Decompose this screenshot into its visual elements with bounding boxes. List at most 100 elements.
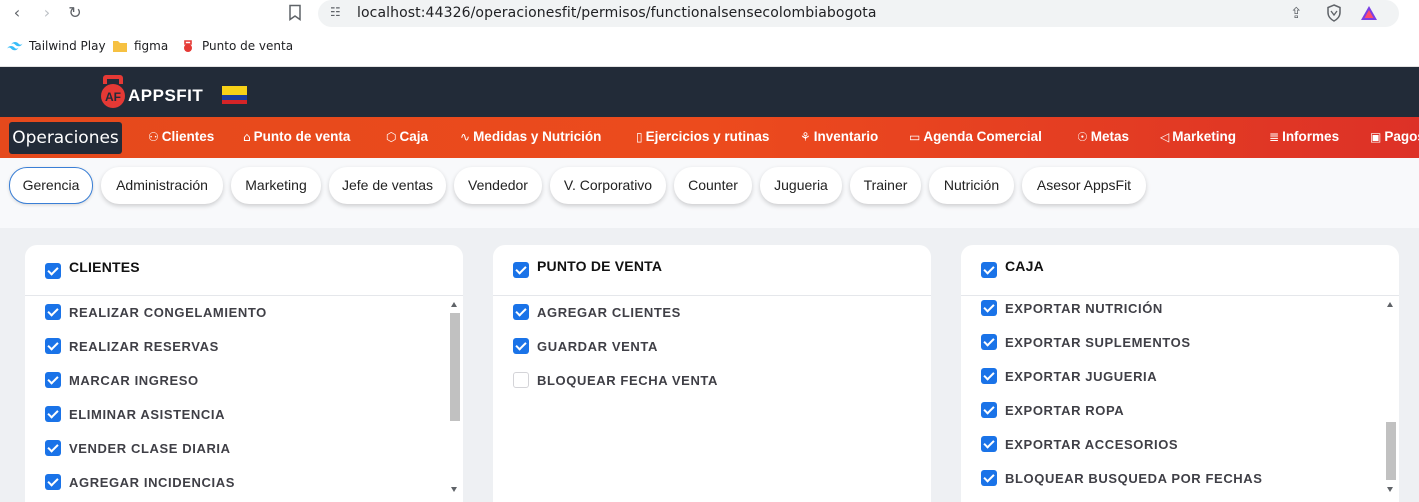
site-settings-icon[interactable]: ☷ bbox=[330, 5, 346, 21]
permission-checkbox[interactable] bbox=[981, 402, 997, 418]
payment-icon: ▣ bbox=[1370, 130, 1382, 144]
module-nav: Operaciones ⚇ Clientes ⌂ Punto de venta ⬡ C… bbox=[0, 117, 1419, 158]
permission-item[interactable]: EXPORTAR ROPA bbox=[981, 401, 1124, 419]
role-tab-vendedor[interactable]: Vendedor bbox=[454, 167, 542, 204]
module-metas[interactable]: ☉ Metas bbox=[1077, 129, 1129, 144]
role-tab-administracion[interactable]: Administración bbox=[101, 167, 223, 204]
permission-checkbox[interactable] bbox=[45, 338, 61, 354]
module-agenda-comercial[interactable]: ▭ Agenda Comercial bbox=[909, 129, 1042, 144]
permission-panel-caja: CAJA EXPORTAR NUTRICIÓN EXPORTAR SUPLEME… bbox=[961, 245, 1399, 502]
megaphone-icon: ◁ bbox=[1160, 130, 1170, 144]
module-informes[interactable]: ≣ Informes bbox=[1269, 129, 1339, 144]
scroll-up-icon[interactable] bbox=[1387, 302, 1393, 307]
panel-scrollbar[interactable] bbox=[448, 302, 461, 492]
report-icon: ≣ bbox=[1269, 130, 1280, 144]
scroll-thumb[interactable] bbox=[450, 313, 460, 421]
permission-checkbox[interactable] bbox=[45, 440, 61, 456]
box-icon: ⬡ bbox=[386, 130, 397, 144]
panel-header: PUNTO DE VENTA bbox=[493, 245, 931, 296]
panel-select-all-checkbox[interactable] bbox=[981, 262, 997, 278]
role-tab-marketing[interactable]: Marketing bbox=[231, 167, 321, 204]
permission-checkbox[interactable] bbox=[513, 372, 529, 388]
permission-item[interactable]: AGREGAR CLIENTES bbox=[513, 303, 681, 321]
module-inventario[interactable]: ⚘ Inventario bbox=[800, 129, 878, 144]
appsfit-logo-icon[interactable]: AF bbox=[98, 72, 128, 109]
url-text[interactable]: localhost:44326/operacionesfit/permisos/… bbox=[357, 5, 877, 21]
scroll-down-icon[interactable] bbox=[1387, 487, 1393, 492]
bookmarks-bar: Tailwind Play figma Punto de venta bbox=[0, 30, 1419, 67]
module-operaciones[interactable]: Operaciones bbox=[9, 122, 122, 154]
permission-item[interactable]: EXPORTAR ACCESORIOS bbox=[981, 435, 1178, 453]
card-icon: ▭ bbox=[909, 130, 921, 144]
permission-item[interactable]: ELIMINAR ASISTENCIA bbox=[45, 405, 225, 423]
forward-icon[interactable]: › bbox=[36, 4, 58, 22]
module-medidas-nutricion[interactable]: ∿ Medidas y Nutrición bbox=[460, 129, 601, 144]
module-clientes[interactable]: ⚇ Clientes bbox=[148, 129, 214, 144]
permission-checkbox[interactable] bbox=[981, 470, 997, 486]
panel-title: CLIENTES bbox=[69, 259, 140, 275]
brave-shield-icon[interactable] bbox=[1326, 4, 1342, 22]
permission-checkbox[interactable] bbox=[981, 368, 997, 384]
role-tab-asesor-appsfit[interactable]: Asesor AppsFit bbox=[1022, 167, 1146, 204]
permission-panel-punto-de-venta: PUNTO DE VENTA AGREGAR CLIENTES GUARDAR … bbox=[493, 245, 931, 502]
permission-checkbox[interactable] bbox=[981, 436, 997, 452]
permission-checkbox[interactable] bbox=[513, 338, 529, 354]
permission-item[interactable]: REALIZAR CONGELAMIENTO bbox=[45, 303, 267, 321]
permission-panel-clientes: CLIENTES REALIZAR CONGELAMIENTO REALIZAR… bbox=[25, 245, 463, 502]
bookmark-label: Tailwind Play bbox=[29, 39, 106, 53]
role-tab-gerencia[interactable]: Gerencia bbox=[9, 167, 93, 204]
role-tab-jefe-de-ventas[interactable]: Jefe de ventas bbox=[329, 167, 446, 204]
permission-checkbox[interactable] bbox=[45, 304, 61, 320]
role-tab-jugueria[interactable]: Jugueria bbox=[760, 167, 842, 204]
permission-item[interactable]: MARCAR INGRESO bbox=[45, 371, 199, 389]
module-pagos[interactable]: ▣Pagos bbox=[1370, 129, 1419, 144]
role-tab-v-corporativo[interactable]: V. Corporativo bbox=[550, 167, 666, 204]
module-caja[interactable]: ⬡ Caja bbox=[386, 129, 428, 144]
permission-checkbox[interactable] bbox=[45, 372, 61, 388]
module-marketing[interactable]: ◁ Marketing bbox=[1160, 129, 1236, 144]
permission-item[interactable]: EXPORTAR SUPLEMENTOS bbox=[981, 333, 1191, 351]
scroll-down-icon[interactable] bbox=[451, 487, 457, 492]
role-tab-trainer[interactable]: Trainer bbox=[850, 167, 921, 204]
colombia-flag-icon bbox=[222, 86, 247, 104]
back-icon[interactable]: ‹ bbox=[6, 4, 28, 22]
reload-icon[interactable]: ↻ bbox=[64, 4, 86, 22]
panel-select-all-checkbox[interactable] bbox=[513, 262, 529, 278]
permission-item[interactable]: GUARDAR VENTA bbox=[513, 337, 658, 355]
rewards-icon[interactable] bbox=[1360, 5, 1378, 21]
panel-scrollbar[interactable] bbox=[1384, 302, 1397, 492]
pulse-icon: ∿ bbox=[460, 130, 471, 144]
permission-item[interactable]: REALIZAR RESERVAS bbox=[45, 337, 219, 355]
bookmark-star-icon[interactable] bbox=[288, 4, 302, 21]
panel-select-all-checkbox[interactable] bbox=[45, 263, 61, 279]
scroll-up-icon[interactable] bbox=[451, 302, 457, 307]
tailwind-icon bbox=[7, 42, 23, 51]
logo-text[interactable]: APPSFIT bbox=[128, 86, 203, 106]
app-header: AF APPSFIT bbox=[0, 67, 1419, 117]
bookmark-tailwind[interactable]: Tailwind Play bbox=[7, 39, 106, 53]
role-tab-nutricion[interactable]: Nutrición bbox=[929, 167, 1014, 204]
permission-checkbox[interactable] bbox=[513, 304, 529, 320]
permission-item[interactable]: VENDER CLASE DIARIA bbox=[45, 439, 231, 457]
panel-title: CAJA bbox=[1005, 258, 1044, 274]
permission-checkbox[interactable] bbox=[981, 300, 997, 316]
role-tab-counter[interactable]: Counter bbox=[674, 167, 752, 204]
browser-toolbar: ‹ › ↻ ☷ localhost:44326/operacionesfit/p… bbox=[0, 0, 1419, 30]
permission-item[interactable]: AGREGAR INCIDENCIAS bbox=[45, 473, 235, 491]
share-icon[interactable]: ⇪ bbox=[1290, 4, 1303, 22]
module-ejercicios-rutinas[interactable]: ▯ Ejercicios y rutinas bbox=[636, 129, 769, 144]
permission-item[interactable]: EXPORTAR NUTRICIÓN bbox=[981, 299, 1163, 317]
bookmark-label: figma bbox=[134, 39, 169, 53]
permission-checkbox[interactable] bbox=[981, 334, 997, 350]
permission-checkbox[interactable] bbox=[45, 474, 61, 490]
bookmark-figma[interactable]: figma bbox=[112, 39, 168, 53]
permission-item[interactable]: BLOQUEAR BUSQUEDA POR FECHAS bbox=[981, 469, 1263, 487]
permission-item[interactable]: BLOQUEAR FECHA VENTA bbox=[513, 371, 718, 389]
module-punto-de-venta[interactable]: ⌂ Punto de venta bbox=[243, 129, 350, 144]
scroll-thumb[interactable] bbox=[1386, 422, 1396, 480]
logo-badge: AF bbox=[105, 90, 121, 104]
bulb-icon: ☉ bbox=[1077, 130, 1088, 144]
bookmark-punto-de-venta[interactable]: Punto de venta bbox=[180, 39, 293, 53]
permission-item[interactable]: EXPORTAR JUGUERIA bbox=[981, 367, 1157, 385]
permission-checkbox[interactable] bbox=[45, 406, 61, 422]
